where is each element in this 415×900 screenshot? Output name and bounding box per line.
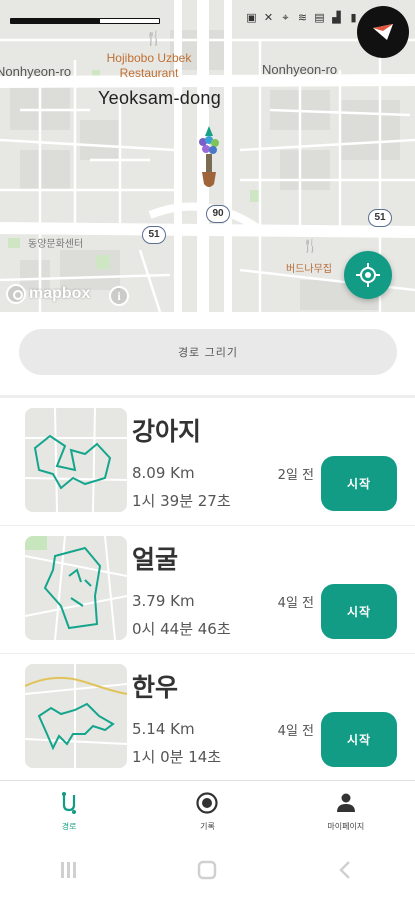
image-icon: ▣ xyxy=(246,11,257,24)
info-icon[interactable]: i xyxy=(109,286,129,306)
route-card[interactable]: 강아지 8.09 Km 1시 39분 27초 2일 전 시작 xyxy=(0,398,415,526)
draw-route-button[interactable]: 경로 그리기 xyxy=(19,329,397,375)
start-button[interactable]: 시작 xyxy=(321,584,397,639)
signal-icon: ▟ xyxy=(332,11,341,24)
location-icon: ⌖ xyxy=(282,11,289,24)
back-icon[interactable] xyxy=(335,859,357,881)
route-date: 4일 전 xyxy=(277,596,314,611)
route-duration: 1시 39분 27초 xyxy=(132,492,231,510)
route-card[interactable]: 얼굴 3.79 Km 0시 44분 46초 4일 전 시작 xyxy=(0,526,415,654)
route-map-thumbnail xyxy=(25,408,127,512)
battery-icon: ▮ xyxy=(350,11,357,24)
route-shield: 90 xyxy=(206,205,230,223)
route-duration: 1시 0분 14초 xyxy=(132,748,222,766)
nav-item-record[interactable]: 기록 xyxy=(138,781,276,840)
my-location-button[interactable] xyxy=(344,251,392,299)
crosshair-icon xyxy=(356,263,380,287)
recent-apps-icon[interactable] xyxy=(58,859,80,881)
nav-item-mypage[interactable]: 마이페이지 xyxy=(277,781,415,840)
route-list[interactable]: 강아지 8.09 Km 1시 39분 27초 2일 전 시작 얼굴 3.79 K… xyxy=(0,398,415,780)
route-thumbnail[interactable] xyxy=(25,664,127,768)
progress-fill xyxy=(11,19,100,23)
route-shield: 51 xyxy=(142,226,166,244)
person-icon xyxy=(336,793,355,812)
route-map-thumbnail xyxy=(25,536,127,640)
home-icon[interactable] xyxy=(196,859,218,881)
nav-item-route[interactable]: 경로 xyxy=(0,781,138,840)
route-thumbnail[interactable] xyxy=(25,408,127,512)
compass-button[interactable] xyxy=(357,6,409,58)
recording-progress-bar xyxy=(10,18,160,24)
nav-label: 기록 xyxy=(200,822,215,831)
mapbox-logo: mapbox xyxy=(6,284,90,304)
route-name: 얼굴 xyxy=(132,545,179,574)
mapbox-attribution: mapbox xyxy=(29,285,91,302)
route-map-thumbnail xyxy=(25,664,127,768)
restaurant-icon: 🍴 xyxy=(302,238,319,253)
status-bar: ▣ ✕ ⌖ ≋ ▤ ▟ ▮ xyxy=(0,0,415,40)
mapbox-icon xyxy=(6,284,26,304)
restaurant-label[interactable]: Hojibobo Uzbek Restaurant xyxy=(104,51,194,81)
road-label-left: Nonhyeon-ro xyxy=(0,64,72,79)
draw-route-section: 경로 그리기 xyxy=(0,312,415,396)
bottom-nav: 경로 기록 마이페이지 xyxy=(0,780,415,840)
paintbrush-marker-icon[interactable] xyxy=(192,124,226,190)
restaurant-icon: 🍴 xyxy=(145,30,163,46)
wifi-icon: ≋ xyxy=(297,11,308,24)
nav-label: 마이페이지 xyxy=(327,822,365,831)
route-card[interactable]: 한우 5.14 Km 1시 0분 14초 4일 전 시작 xyxy=(0,654,415,780)
route-date: 2일 전 xyxy=(277,468,314,483)
route-distance: 3.79 Km xyxy=(132,592,195,610)
district-label: Yeoksam-dong xyxy=(98,88,222,108)
route-name: 강아지 xyxy=(132,417,202,446)
route-thumbnail[interactable] xyxy=(25,536,127,640)
map-view[interactable]: ▣ ✕ ⌖ ≋ ▤ ▟ ▮ 🍴 Hojibobo Uzbek Restauran… xyxy=(0,0,415,312)
start-button[interactable]: 시작 xyxy=(321,712,397,767)
hd-icon: ▤ xyxy=(314,11,325,24)
route-duration: 0시 44분 46초 xyxy=(132,620,231,638)
route-name: 한우 xyxy=(132,673,179,702)
poi-label-left[interactable]: 동양문화센터 xyxy=(28,235,83,250)
system-nav-bar xyxy=(0,840,415,900)
network-icon: ✕ xyxy=(263,11,274,24)
route-distance: 8.09 Km xyxy=(132,464,195,482)
nav-label: 경로 xyxy=(61,822,77,831)
road-label-right: Nonhyeon-ro xyxy=(262,62,338,77)
route-shield: 51 xyxy=(368,209,392,227)
compass-icon xyxy=(373,24,393,40)
route-icon xyxy=(62,792,77,814)
poi-label-right[interactable]: 버드나무집 xyxy=(286,260,332,275)
record-icon xyxy=(196,792,219,814)
start-button[interactable]: 시작 xyxy=(321,456,397,511)
route-date: 4일 전 xyxy=(277,724,314,739)
route-distance: 5.14 Km xyxy=(132,720,195,738)
status-icons: ▣ ✕ ⌖ ≋ ▤ ▟ ▮ xyxy=(246,12,359,23)
